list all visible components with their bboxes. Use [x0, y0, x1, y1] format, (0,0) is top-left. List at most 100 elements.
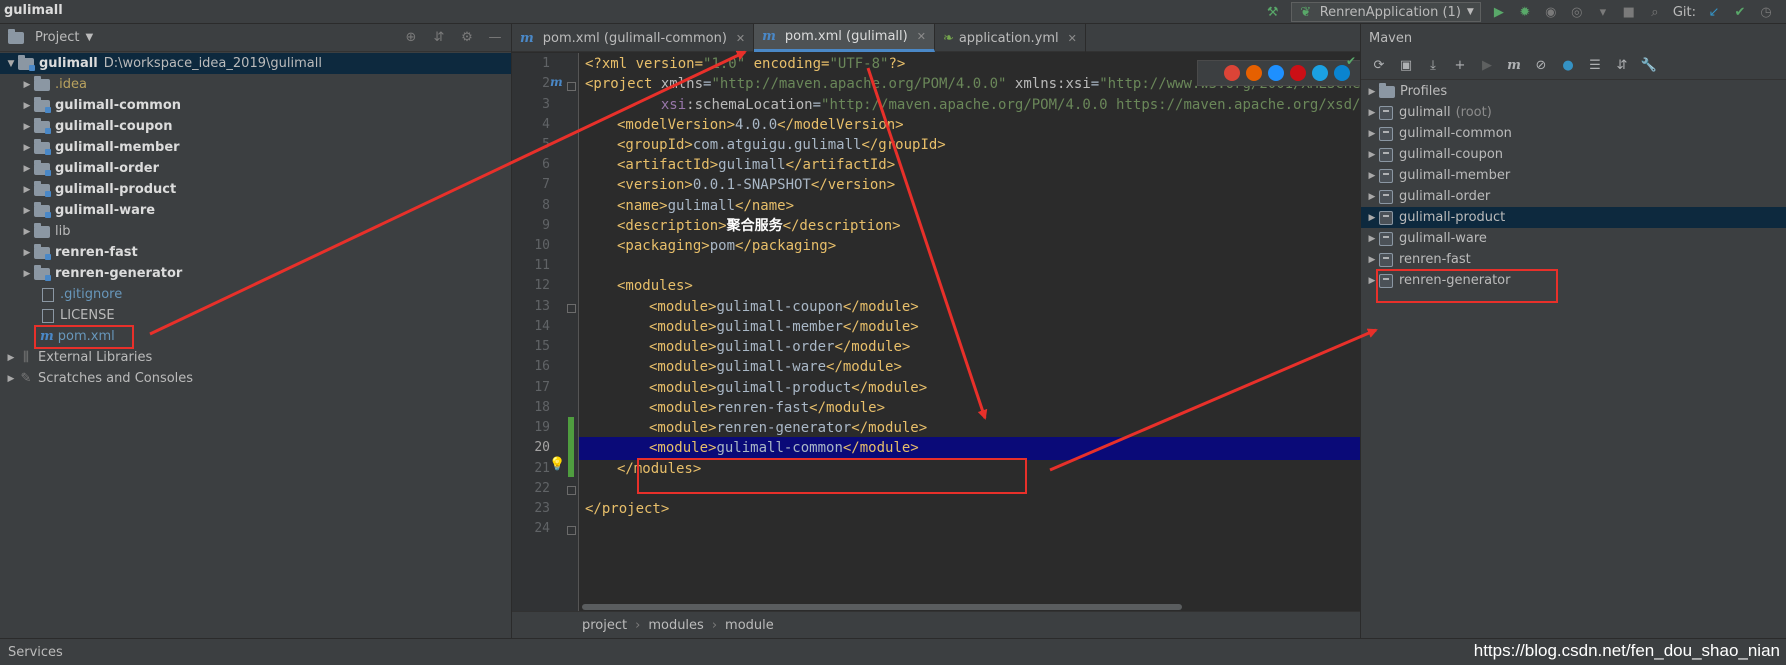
run-icon[interactable]: ▶ — [1479, 58, 1495, 74]
expand-arrow-icon[interactable]: ▶ — [20, 248, 34, 258]
tree-node-gitignore[interactable]: .gitignore — [0, 284, 511, 305]
maven-node-gulimall-common[interactable]: ▶ gulimall-common — [1361, 123, 1786, 144]
expand-arrow-icon[interactable]: ▶ — [4, 353, 18, 363]
hide-panel-icon[interactable]: — — [487, 29, 503, 45]
close-icon[interactable]: ✕ — [736, 32, 745, 45]
firefox-icon[interactable] — [1246, 65, 1262, 81]
code-view[interactable]: <?xml version="1.0" encoding="UTF-8"?> <… — [579, 53, 1360, 611]
maven-node-gulimall-product[interactable]: ▶ gulimall-product — [1361, 207, 1786, 228]
expand-arrow-icon[interactable]: ▶ — [1365, 129, 1379, 139]
expand-arrow-icon[interactable]: ▶ — [1365, 108, 1379, 118]
expand-arrow-icon[interactable]: ▶ — [20, 101, 34, 111]
fold-marker-icon[interactable] — [567, 526, 576, 535]
fold-marker-icon[interactable] — [567, 82, 576, 91]
fold-marker-icon[interactable] — [567, 486, 576, 495]
expand-arrow-icon[interactable]: ▶ — [20, 227, 34, 237]
coverage-icon[interactable]: ◉ — [1543, 4, 1559, 20]
wrench-icon[interactable]: 🔧 — [1641, 58, 1657, 74]
collapse-all-icon[interactable]: ⇵ — [1614, 58, 1630, 74]
tree-node-gulimall-member[interactable]: ▶ gulimall-member — [0, 137, 511, 158]
tab-application-yml[interactable]: ❧ application.yml ✕ — [935, 24, 1086, 52]
tree-node-scratches[interactable]: ▶ ✎ Scratches and Consoles — [0, 368, 511, 389]
ie-icon[interactable] — [1312, 65, 1328, 81]
search-icon[interactable]: ⌕ — [1647, 4, 1663, 20]
reload-icon[interactable]: ⟳ — [1371, 58, 1387, 74]
expand-arrow-icon[interactable]: ▶ — [1365, 171, 1379, 181]
tree-node-gulimall-product[interactable]: ▶ gulimall-product — [0, 179, 511, 200]
safari-icon[interactable] — [1268, 65, 1284, 81]
maven-node-gulimall-member[interactable]: ▶ gulimall-member — [1361, 165, 1786, 186]
tree-node-external-libraries[interactable]: ▶ ⫼ External Libraries — [0, 347, 511, 368]
tab-pom-gulimall[interactable]: m pom.xml (gulimall) ✕ — [754, 24, 935, 52]
expand-arrow-icon[interactable]: ▶ — [20, 185, 34, 195]
maven-node-gulimall-order[interactable]: ▶ gulimall-order — [1361, 186, 1786, 207]
expand-arrow-icon[interactable]: ▶ — [20, 269, 34, 279]
expand-arrow-icon[interactable]: ▼ — [4, 59, 18, 69]
breadcrumb-item[interactable]: module — [725, 618, 774, 633]
tree-node-gulimall-coupon[interactable]: ▶ gulimall-coupon — [0, 116, 511, 137]
build-hammer-icon[interactable]: ⚒ — [1265, 4, 1281, 20]
maven-gutter-icon[interactable]: m — [550, 75, 563, 89]
fold-marker-icon[interactable] — [567, 304, 576, 313]
tree-node-idea[interactable]: ▶ .idea — [0, 74, 511, 95]
show-dependencies-icon[interactable]: ☰ — [1587, 58, 1603, 74]
services-tool-window-button[interactable]: Services — [8, 645, 63, 660]
attach-icon[interactable]: ▾ — [1595, 4, 1611, 20]
gear-icon[interactable]: ⚙ — [459, 29, 475, 45]
expand-arrow-icon[interactable]: ▶ — [1365, 213, 1379, 223]
tree-node-renren-generator[interactable]: ▶ renren-generator — [0, 263, 511, 284]
expand-arrow-icon[interactable]: ▶ — [1365, 150, 1379, 160]
inspection-ok-icon[interactable]: ✔ — [1346, 54, 1356, 68]
vcs-change-marker[interactable] — [568, 417, 574, 477]
maven-node-gulimall-ware[interactable]: ▶ gulimall-ware — [1361, 228, 1786, 249]
close-icon[interactable]: ✕ — [917, 30, 926, 43]
maven-node-gulimall[interactable]: ▶ gulimall (root) — [1361, 102, 1786, 123]
chevron-down-icon[interactable]: ▼ — [85, 32, 93, 43]
lightbulb-icon[interactable]: 💡 — [549, 457, 565, 472]
tree-node-gulimall[interactable]: ▼ gulimall D:\workspace_idea_2019\gulima… — [0, 53, 511, 74]
add-icon[interactable]: + — [1452, 58, 1468, 74]
maven-node-profiles[interactable]: ▶ Profiles — [1361, 81, 1786, 102]
git-history-icon[interactable]: ◷ — [1758, 4, 1774, 20]
expand-arrow-icon[interactable]: ▶ — [1365, 192, 1379, 202]
locate-icon[interactable]: ⊕ — [403, 29, 419, 45]
git-commit-icon[interactable]: ✔ — [1732, 4, 1748, 20]
tree-node-lib[interactable]: ▶ lib — [0, 221, 511, 242]
download-icon[interactable]: ⤓ — [1425, 58, 1441, 74]
expand-arrow-icon[interactable]: ▶ — [1365, 255, 1379, 265]
tree-node-license[interactable]: LICENSE — [0, 305, 511, 326]
expand-arrow-icon[interactable]: ▶ — [4, 374, 18, 384]
tab-pom-gulimall-common[interactable]: m pom.xml (gulimall-common) ✕ — [512, 24, 755, 52]
chrome-icon[interactable] — [1224, 65, 1240, 81]
expand-arrow-icon[interactable]: ▶ — [20, 80, 34, 90]
collapse-all-icon[interactable]: ⇵ — [431, 29, 447, 45]
maven-node-gulimall-coupon[interactable]: ▶ gulimall-coupon — [1361, 144, 1786, 165]
project-panel-title[interactable]: Project — [35, 30, 79, 45]
expand-arrow-icon[interactable]: ▶ — [1365, 87, 1379, 97]
expand-arrow-icon[interactable]: ▶ — [20, 143, 34, 153]
horizontal-scrollbar[interactable] — [582, 604, 1182, 610]
breadcrumb-item[interactable]: project — [582, 618, 627, 633]
close-icon[interactable]: ✕ — [1068, 32, 1077, 45]
skip-tests-icon[interactable]: ⊘ — [1533, 58, 1549, 74]
run-icon[interactable]: ▶ — [1491, 4, 1507, 20]
run-configuration-select[interactable]: ❦ RenrenApplication (1) ▼ — [1290, 2, 1481, 22]
expand-arrow-icon[interactable]: ▶ — [1365, 234, 1379, 244]
debug-icon[interactable]: ✹ — [1517, 4, 1533, 20]
generate-sources-icon[interactable]: ▣ — [1398, 58, 1414, 74]
tree-node-gulimall-order[interactable]: ▶ gulimall-order — [0, 158, 511, 179]
offline-icon[interactable]: ● — [1560, 58, 1576, 74]
maven-goal-icon[interactable]: m — [1506, 58, 1522, 74]
opera-icon[interactable] — [1290, 65, 1306, 81]
stop-icon[interactable]: ■ — [1621, 4, 1637, 20]
expand-arrow-icon[interactable]: ▶ — [20, 206, 34, 216]
tree-node-renren-fast[interactable]: ▶ renren-fast — [0, 242, 511, 263]
maven-node-renren-fast[interactable]: ▶ renren-fast — [1361, 249, 1786, 270]
tree-node-gulimall-ware[interactable]: ▶ gulimall-ware — [0, 200, 511, 221]
profile-icon[interactable]: ◎ — [1569, 4, 1585, 20]
expand-arrow-icon[interactable]: ▶ — [20, 164, 34, 174]
git-update-icon[interactable]: ↙ — [1706, 4, 1722, 20]
expand-arrow-icon[interactable]: ▶ — [20, 122, 34, 132]
breadcrumb-item[interactable]: modules — [648, 618, 704, 633]
tree-node-gulimall-common[interactable]: ▶ gulimall-common — [0, 95, 511, 116]
